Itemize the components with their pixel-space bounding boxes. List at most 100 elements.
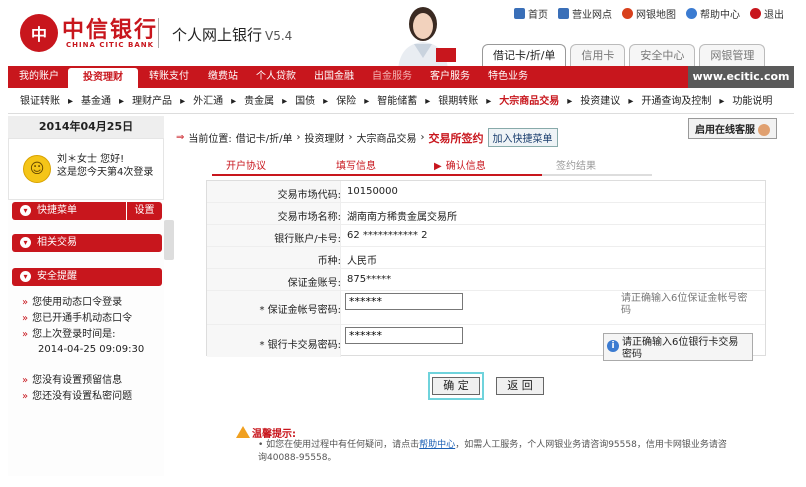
breadcrumb-item[interactable]: 借记卡/折/单: [236, 130, 293, 145]
mainnav-investment[interactable]: 投资理财: [68, 68, 138, 88]
greeting-box: ☺ 刘＊女士 您好! 这是您今天第4次登录: [8, 138, 164, 200]
security-item[interactable]: » 您还没有设置私密问题: [22, 390, 132, 403]
security-item: » 您使用动态口令登录: [22, 297, 123, 308]
subnav-bank-securities[interactable]: 银证转账: [20, 92, 60, 112]
toplink-map[interactable]: 网银地图: [622, 6, 676, 21]
subnav-separator-icon: ▸: [567, 96, 573, 107]
mainnav-customer-service[interactable]: 客户服务: [422, 66, 478, 88]
sidebar-scrollbar[interactable]: [164, 220, 174, 260]
mainnav-featured[interactable]: 特色业务: [480, 66, 536, 88]
subnav-wealth-products[interactable]: 理财产品: [132, 92, 172, 112]
subnav-divider: [8, 113, 794, 114]
smiley-icon: ☺: [23, 155, 51, 183]
add-to-quick-menu-button[interactable]: 加入快捷菜单: [487, 128, 558, 147]
progress-steps: 开户协议 填写信息 ▶ 确认信息 签约结果: [212, 160, 732, 176]
help-center-link[interactable]: 帮助中心: [419, 440, 455, 450]
sidebar-date: 2014年04月25日: [8, 116, 164, 138]
logo-divider: [158, 18, 159, 48]
security-item[interactable]: » 您没有设置预留信息: [22, 374, 122, 387]
last-login-time: 2014-04-25 09:09:30: [38, 344, 145, 355]
confirm-button[interactable]: 确 定: [432, 377, 480, 395]
step-result: 签约结果: [542, 160, 652, 176]
subnav-insurance[interactable]: 保险: [336, 92, 356, 112]
form-row-margin-account: 保证金账号: 875*****: [207, 269, 765, 291]
online-service-button[interactable]: 启用在线客服: [688, 118, 778, 139]
security-item: » 您已开通手机动态口令: [22, 313, 133, 324]
security-reminder-bar[interactable]: ▾ 安全提醒: [12, 268, 162, 286]
toplink-home[interactable]: 首页: [514, 6, 548, 21]
subnav-separator-icon: ▸: [425, 96, 431, 107]
form-row-market-code: 交易市场代码: 10150000: [207, 181, 765, 203]
subnav-separator-icon: ▸: [364, 96, 370, 107]
subnav-separator-icon: ▸: [180, 96, 186, 107]
card-password-hint: i 请正确输入6位银行卡交易密码: [603, 333, 753, 361]
form-row-currency: 币种: 人民币: [207, 247, 765, 269]
tips-body: • 如您在使用过程中有任何疑问，请点击帮助中心，如需人工服务，个人网银业务请咨询…: [258, 440, 727, 463]
toplink-help[interactable]: 帮助中心: [686, 6, 740, 21]
mainnav-payment[interactable]: 缴费站: [200, 66, 246, 88]
bank-logo: 中: [20, 14, 58, 52]
mainnav-self-service[interactable]: 自金服务: [364, 66, 420, 88]
subnav-futures-transfer[interactable]: 银期转账: [438, 92, 478, 112]
subnav-instructions[interactable]: 功能说明: [732, 92, 772, 112]
logout-icon: [750, 8, 761, 19]
chevron-down-icon: ▾: [20, 237, 31, 248]
mainnav-loans[interactable]: 个人贷款: [248, 66, 304, 88]
breadcrumb-prefix: 当前位置:: [188, 134, 232, 145]
subnav-separator-icon: ▸: [68, 96, 74, 107]
breadcrumb: ⇒ 当前位置: 借记卡/折/单 › 投资理财 › 大宗商品交易 › 交易所签约 加入快…: [176, 128, 558, 147]
confirm-button-focus-ring: 确 定: [428, 372, 484, 400]
sidebar: 2014年04月25日 ☺ 刘＊女士 您好! 这是您今天第4次登录 ▾ 快捷菜单 …: [8, 116, 164, 476]
subnav-bonds[interactable]: 国债: [295, 92, 315, 112]
mainnav-overseas[interactable]: 出国金融: [306, 66, 362, 88]
site-version: V5.4: [265, 29, 293, 43]
toplink-logout[interactable]: 退出: [750, 6, 784, 21]
tab-security-center[interactable]: 安全中心: [629, 44, 696, 66]
subnav-advice[interactable]: 投资建议: [580, 92, 620, 112]
toplink-branches[interactable]: 营业网点: [558, 6, 612, 21]
breadcrumb-item[interactable]: 大宗商品交易: [357, 130, 417, 145]
margin-password-hint: 请正确输入6位保证金帐号密码: [621, 293, 748, 316]
agent-icon: [758, 124, 771, 136]
home-icon: [514, 8, 525, 19]
chevron-down-icon: ▾: [20, 271, 31, 282]
card-password-input[interactable]: ******: [345, 327, 463, 344]
subnav-fund[interactable]: 基金通: [81, 92, 111, 112]
sub-nav: 银证转账 ▸ 基金通 ▸ 理财产品 ▸ 外汇通 ▸ 贵金属 ▸ 国债 ▸ 保险 ▸ 智能储蓄 ▸…: [20, 92, 794, 112]
subnav-query-control[interactable]: 开通查询及控制: [641, 92, 711, 112]
mainnav-transfer[interactable]: 转账支付: [140, 66, 198, 88]
main-nav: 我的账户 投资理财 转账支付 缴费站 个人贷款 出国金融 自金服务 客户服务 特…: [8, 66, 794, 88]
tab-debit-card[interactable]: 借记卡/折/单: [482, 44, 567, 66]
form-row-account: 银行账户/卡号: 62 *********** 2: [207, 225, 765, 247]
help-icon: [686, 8, 697, 19]
greeting-text: 刘＊女士 您好! 这是您今天第4次登录: [57, 154, 154, 178]
subnav-separator-icon: ▸: [486, 96, 492, 107]
security-item: » 您上次登录时间是:: [22, 329, 116, 340]
subnav-commodity-trading[interactable]: 大宗商品交易: [499, 92, 559, 112]
subnav-precious-metals[interactable]: 贵金属: [244, 92, 274, 112]
back-button[interactable]: 返 回: [496, 377, 544, 395]
related-transactions-bar[interactable]: ▾ 相关交易: [12, 234, 162, 252]
subnav-smart-savings[interactable]: 智能储蓄: [377, 92, 417, 112]
confirm-form: 交易市场代码: 10150000 交易市场名称: 湖南南方稀贵金属交易所 银行账户/…: [206, 180, 766, 361]
location-icon: ⇒: [176, 132, 185, 143]
tab-credit-card[interactable]: 信用卡: [570, 44, 626, 66]
quick-menu-settings-button[interactable]: 设置: [126, 202, 162, 220]
chevron-down-icon: ▾: [20, 205, 31, 216]
quick-menu-bar[interactable]: ▾ 快捷菜单 设置: [12, 202, 162, 220]
margin-password-label: * 保证金帐号密码:: [259, 305, 341, 316]
card-password-label: * 银行卡交易密码:: [259, 340, 341, 351]
tips-title: 温馨提示:: [252, 429, 296, 440]
subnav-forex[interactable]: 外汇通: [193, 92, 223, 112]
section-tabs: 借记卡/折/单 信用卡 安全中心 网银管理: [482, 44, 766, 66]
form-row-market-name: 交易市场名称: 湖南南方稀贵金属交易所: [207, 203, 765, 225]
step-arrow-icon: ▶: [434, 161, 442, 172]
tab-ebank-management[interactable]: 网银管理: [699, 44, 766, 66]
breadcrumb-item[interactable]: 投资理财: [305, 130, 345, 145]
info-icon: i: [607, 340, 619, 352]
mainnav-my-account[interactable]: 我的账户: [12, 66, 66, 88]
subnav-separator-icon: ▸: [119, 96, 125, 107]
margin-password-input[interactable]: ******: [345, 293, 463, 310]
banner-photo: [398, 7, 456, 70]
step-agreement: 开户协议: [212, 160, 322, 176]
